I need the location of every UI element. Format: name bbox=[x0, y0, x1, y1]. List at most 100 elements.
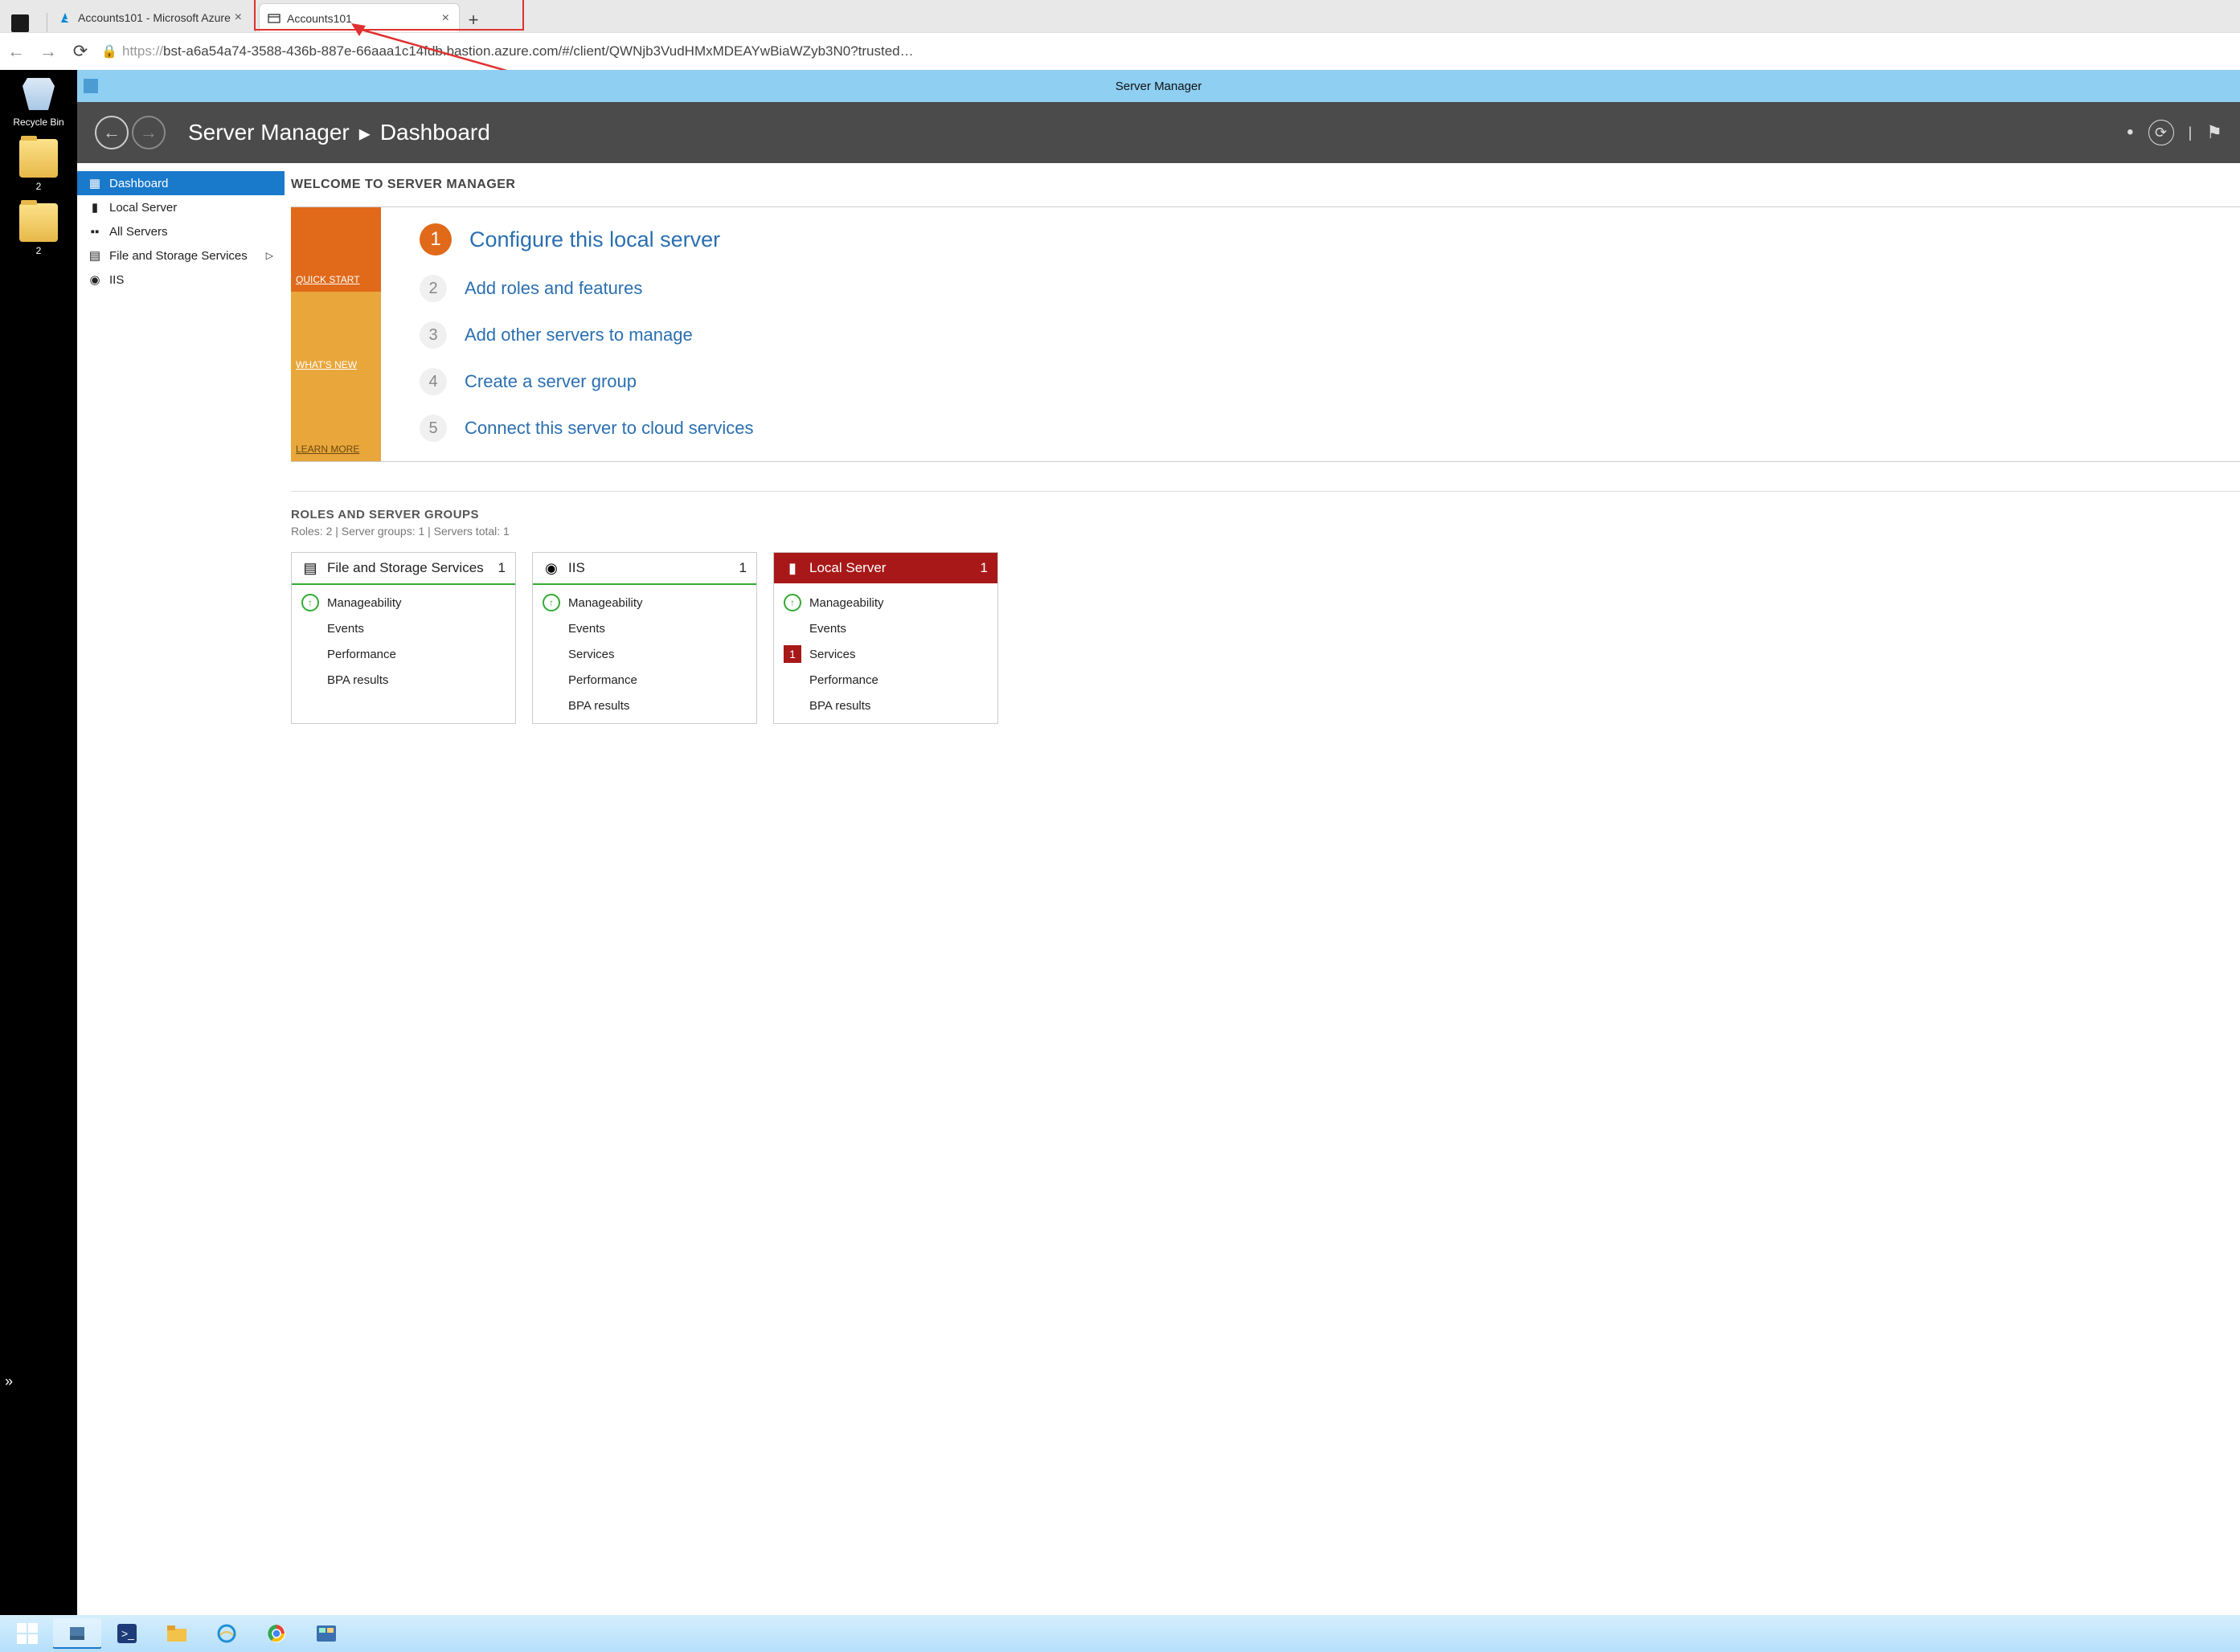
tile-item-events[interactable]: Events bbox=[292, 615, 515, 641]
sidebar-item-file-storage[interactable]: ▤ File and Storage Services ▷ bbox=[77, 243, 285, 268]
tile-item-manageability[interactable]: ↑Manageability bbox=[774, 590, 997, 615]
tile-item-services[interactable]: Services bbox=[533, 641, 756, 667]
arrow-up-icon: ↑ bbox=[301, 594, 319, 611]
tile-item-services[interactable]: 1Services bbox=[774, 641, 997, 667]
taskbar-server-manager[interactable] bbox=[53, 1618, 101, 1649]
step-link[interactable]: Configure this local server bbox=[469, 227, 720, 252]
arrow-up-icon: ↑ bbox=[784, 594, 801, 611]
tile-item-performance[interactable]: Performance bbox=[292, 641, 515, 667]
tile-item-bpa[interactable]: BPA results bbox=[533, 693, 756, 718]
nav-back-button[interactable]: ← bbox=[95, 116, 129, 149]
step-cloud[interactable]: 5 Connect this server to cloud services bbox=[420, 415, 2240, 442]
sidebar: ▦ Dashboard ▮ Local Server ▪▪ All Server… bbox=[77, 163, 285, 1615]
welcome-steps: 1 Configure this local server 2 Add role… bbox=[381, 207, 2240, 461]
step-configure-local[interactable]: 1 Configure this local server bbox=[420, 223, 2240, 256]
refresh-button[interactable]: ⟳ bbox=[64, 35, 96, 67]
taskbar-explorer[interactable] bbox=[153, 1618, 201, 1649]
side-tab-learn-more[interactable]: LEARN MORE bbox=[291, 377, 381, 461]
menu-indicator-icon[interactable]: • bbox=[2127, 121, 2133, 144]
desktop-folder-2[interactable]: 2 bbox=[0, 203, 77, 256]
new-tab-button[interactable]: + bbox=[460, 8, 487, 32]
step-link[interactable]: Create a server group bbox=[465, 371, 637, 392]
step-link[interactable]: Connect this server to cloud services bbox=[465, 418, 754, 439]
arrow-up-icon: ↑ bbox=[543, 594, 560, 611]
windows-desktop-strip[interactable]: Recycle Bin 2 2 » bbox=[0, 70, 77, 1615]
chevron-right-icon: ▷ bbox=[266, 250, 273, 261]
servers-icon: ▪▪ bbox=[88, 225, 101, 238]
sidebar-item-all-servers[interactable]: ▪▪ All Servers bbox=[77, 219, 285, 243]
storage-icon: ▤ bbox=[301, 559, 319, 577]
step-link[interactable]: Add roles and features bbox=[465, 278, 642, 299]
step-add-servers[interactable]: 3 Add other servers to manage bbox=[420, 321, 2240, 349]
address-bar-row: ← → ⟳ 🔒 https://bst-a6a54a74-3588-436b-8… bbox=[0, 32, 2240, 70]
refresh-icon[interactable]: ⟳ bbox=[2148, 120, 2174, 145]
tile-item-bpa[interactable]: BPA results bbox=[774, 693, 997, 718]
server-manager-titlebar[interactable]: Server Manager bbox=[77, 70, 2240, 102]
sidebar-item-local-server[interactable]: ▮ Local Server bbox=[77, 195, 285, 219]
nav-forward-button: → bbox=[132, 116, 166, 149]
tab-azure[interactable]: Accounts101 - Microsoft Azure × bbox=[51, 3, 252, 32]
taskbar-powershell[interactable]: >_ bbox=[103, 1618, 151, 1649]
sidebar-item-label: Local Server bbox=[109, 201, 177, 215]
taskbar-chrome[interactable] bbox=[252, 1618, 301, 1649]
step-add-roles[interactable]: 2 Add roles and features bbox=[420, 275, 2240, 302]
lock-icon[interactable]: 🔒 bbox=[96, 39, 122, 64]
windows-logo-icon bbox=[17, 1623, 38, 1644]
close-icon[interactable]: × bbox=[233, 10, 244, 25]
tab-title: Accounts101 - Microsoft Azure bbox=[78, 11, 231, 24]
svg-text:>_: >_ bbox=[121, 1627, 134, 1640]
tile-local-server[interactable]: ▮ Local Server 1 ↑Manageability Events 1… bbox=[773, 552, 998, 724]
desktop-icon-label: 2 bbox=[36, 245, 42, 256]
server-manager-icon bbox=[84, 79, 98, 93]
taskbar-ie[interactable] bbox=[203, 1618, 251, 1649]
chrome-icon bbox=[267, 1624, 286, 1643]
recycle-bin[interactable]: Recycle Bin bbox=[0, 75, 77, 128]
server-manager-icon bbox=[68, 1624, 87, 1643]
azure-icon bbox=[59, 11, 72, 24]
tab-bastion[interactable]: Accounts101 × bbox=[259, 3, 460, 32]
content-area[interactable]: WELCOME TO SERVER MANAGER QUICK START WH… bbox=[285, 163, 2240, 1615]
desktop-folder-1[interactable]: 2 bbox=[0, 139, 77, 192]
address-bar[interactable]: https://bst-a6a54a74-3588-436b-887e-66aa… bbox=[122, 43, 2240, 59]
tile-item-performance[interactable]: Performance bbox=[774, 667, 997, 693]
browser-app-icon[interactable] bbox=[11, 14, 29, 32]
tile-item-events[interactable]: Events bbox=[533, 615, 756, 641]
tile-item-manageability[interactable]: ↑Manageability bbox=[292, 590, 515, 615]
step-link[interactable]: Add other servers to manage bbox=[465, 325, 693, 346]
step-server-group[interactable]: 4 Create a server group bbox=[420, 368, 2240, 395]
storage-icon: ▤ bbox=[88, 249, 101, 262]
start-button[interactable] bbox=[3, 1618, 51, 1649]
taskbar-settings[interactable] bbox=[302, 1618, 350, 1649]
window-title: Server Manager bbox=[1116, 80, 1202, 93]
step-number: 1 bbox=[420, 223, 452, 256]
tiles-row: ▤ File and Storage Services 1 ↑Manageabi… bbox=[291, 552, 2240, 724]
sidebar-item-label: IIS bbox=[109, 273, 124, 287]
tile-count: 1 bbox=[498, 560, 506, 576]
tile-item-events[interactable]: Events bbox=[774, 615, 997, 641]
sidebar-item-dashboard[interactable]: ▦ Dashboard bbox=[77, 171, 285, 195]
tile-items: ↑Manageability Events Performance BPA re… bbox=[292, 585, 515, 697]
tile-file-storage[interactable]: ▤ File and Storage Services 1 ↑Manageabi… bbox=[291, 552, 516, 724]
window-icon bbox=[268, 12, 281, 25]
tile-item-bpa[interactable]: BPA results bbox=[292, 667, 515, 693]
expand-chevron-icon[interactable]: » bbox=[5, 1373, 13, 1390]
tab-title: Accounts101 bbox=[287, 12, 352, 25]
welcome-panel: QUICK START WHAT'S NEW LEARN MORE 1 Conf… bbox=[291, 206, 2240, 462]
flag-icon[interactable]: ⚑ bbox=[2206, 122, 2222, 143]
side-tab-whats-new[interactable]: WHAT'S NEW bbox=[291, 292, 381, 376]
sidebar-item-iis[interactable]: ◉ IIS bbox=[77, 268, 285, 292]
tile-items: ↑Manageability Events Services Performan… bbox=[533, 585, 756, 723]
dashboard-icon: ▦ bbox=[88, 177, 101, 190]
step-number: 4 bbox=[420, 368, 447, 395]
close-icon[interactable]: × bbox=[440, 11, 451, 26]
tab-separator bbox=[255, 13, 256, 32]
tile-item-performance[interactable]: Performance bbox=[533, 667, 756, 693]
tile-iis[interactable]: ◉ IIS 1 ↑Manageability Events Services P… bbox=[532, 552, 757, 724]
breadcrumb: Server Manager ▸ Dashboard bbox=[188, 120, 490, 146]
sidebar-item-label: Dashboard bbox=[109, 177, 168, 190]
taskbar[interactable]: >_ bbox=[0, 1615, 2240, 1652]
iis-icon: ◉ bbox=[543, 559, 560, 577]
side-tab-quick-start[interactable]: QUICK START bbox=[291, 207, 381, 292]
back-button[interactable]: ← bbox=[0, 35, 32, 67]
tile-item-manageability[interactable]: ↑Manageability bbox=[533, 590, 756, 615]
